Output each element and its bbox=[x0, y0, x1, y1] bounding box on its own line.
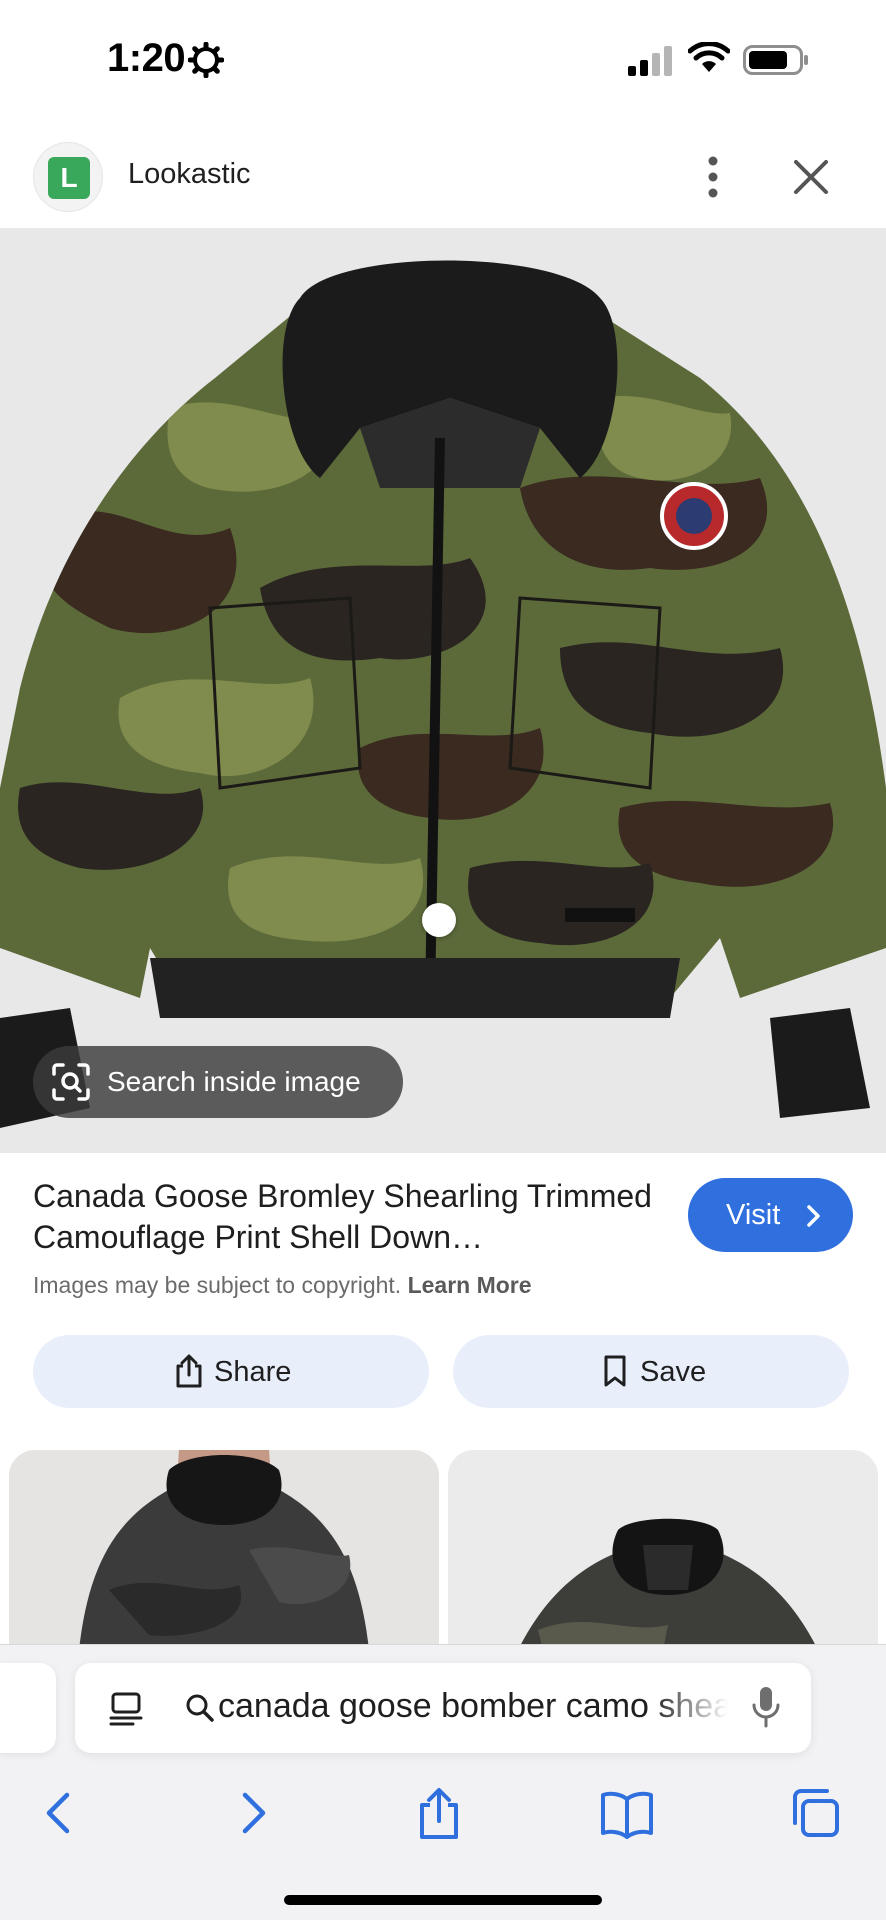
related-image-card[interactable] bbox=[9, 1450, 439, 1650]
gear-icon bbox=[188, 42, 224, 78]
wifi-icon bbox=[688, 42, 730, 72]
copyright-notice: Images may be subject to copyright. Lear… bbox=[33, 1272, 532, 1299]
battery-icon bbox=[743, 45, 808, 75]
tabs-icon[interactable] bbox=[787, 1785, 843, 1841]
close-icon[interactable] bbox=[790, 156, 832, 198]
related-image-card[interactable] bbox=[448, 1450, 878, 1650]
previous-tab-peek[interactable] bbox=[0, 1663, 56, 1753]
site-favicon[interactable]: L bbox=[33, 142, 103, 212]
address-bar[interactable]: canada goose bomber camo shearling bbox=[75, 1663, 811, 1753]
share-label: Share bbox=[214, 1356, 292, 1388]
lens-search-icon bbox=[52, 1063, 90, 1101]
address-text[interactable]: canada goose bomber camo shearling bbox=[218, 1687, 728, 1726]
visit-button[interactable]: Visit bbox=[688, 1178, 853, 1252]
result-title[interactable]: Canada Goose Bromley Shearling Trimmed C… bbox=[33, 1176, 673, 1258]
visit-label: Visit bbox=[726, 1199, 781, 1231]
save-button[interactable]: Save bbox=[453, 1335, 849, 1408]
related-image bbox=[448, 1450, 878, 1650]
microphone-icon[interactable] bbox=[751, 1685, 781, 1729]
focus-dot[interactable] bbox=[422, 903, 456, 937]
search-icon bbox=[186, 1694, 214, 1722]
back-icon[interactable] bbox=[31, 1785, 87, 1841]
status-bar: 1:20 bbox=[0, 0, 886, 120]
share-icon[interactable] bbox=[411, 1785, 467, 1841]
bookmarks-icon[interactable] bbox=[599, 1785, 655, 1841]
cellular-signal-icon bbox=[628, 46, 672, 76]
save-label: Save bbox=[640, 1356, 707, 1388]
page-menu-icon[interactable] bbox=[109, 1691, 143, 1727]
chevron-right-icon bbox=[807, 1205, 820, 1227]
copyright-text: Images may be subject to copyright. bbox=[33, 1272, 402, 1298]
search-inside-image-button[interactable]: Search inside image bbox=[33, 1046, 403, 1118]
product-image[interactable] bbox=[0, 228, 886, 1153]
site-header: L Lookastic bbox=[0, 130, 886, 228]
status-time: 1:20 bbox=[107, 36, 186, 80]
site-name[interactable]: Lookastic bbox=[128, 158, 251, 191]
browser-bottom-bar: canada goose bomber camo shearling bbox=[0, 1644, 886, 1920]
jacket-illustration bbox=[0, 260, 886, 1128]
forward-icon[interactable] bbox=[225, 1785, 281, 1841]
share-icon bbox=[176, 1354, 202, 1388]
more-vertical-icon[interactable] bbox=[695, 152, 731, 202]
favicon-letter: L bbox=[48, 157, 90, 199]
related-image bbox=[9, 1450, 439, 1650]
bookmark-icon bbox=[604, 1355, 626, 1387]
share-button[interactable]: Share bbox=[33, 1335, 429, 1408]
learn-more-link[interactable]: Learn More bbox=[408, 1272, 532, 1298]
home-indicator bbox=[284, 1895, 602, 1905]
search-inside-image-label: Search inside image bbox=[107, 1066, 361, 1097]
